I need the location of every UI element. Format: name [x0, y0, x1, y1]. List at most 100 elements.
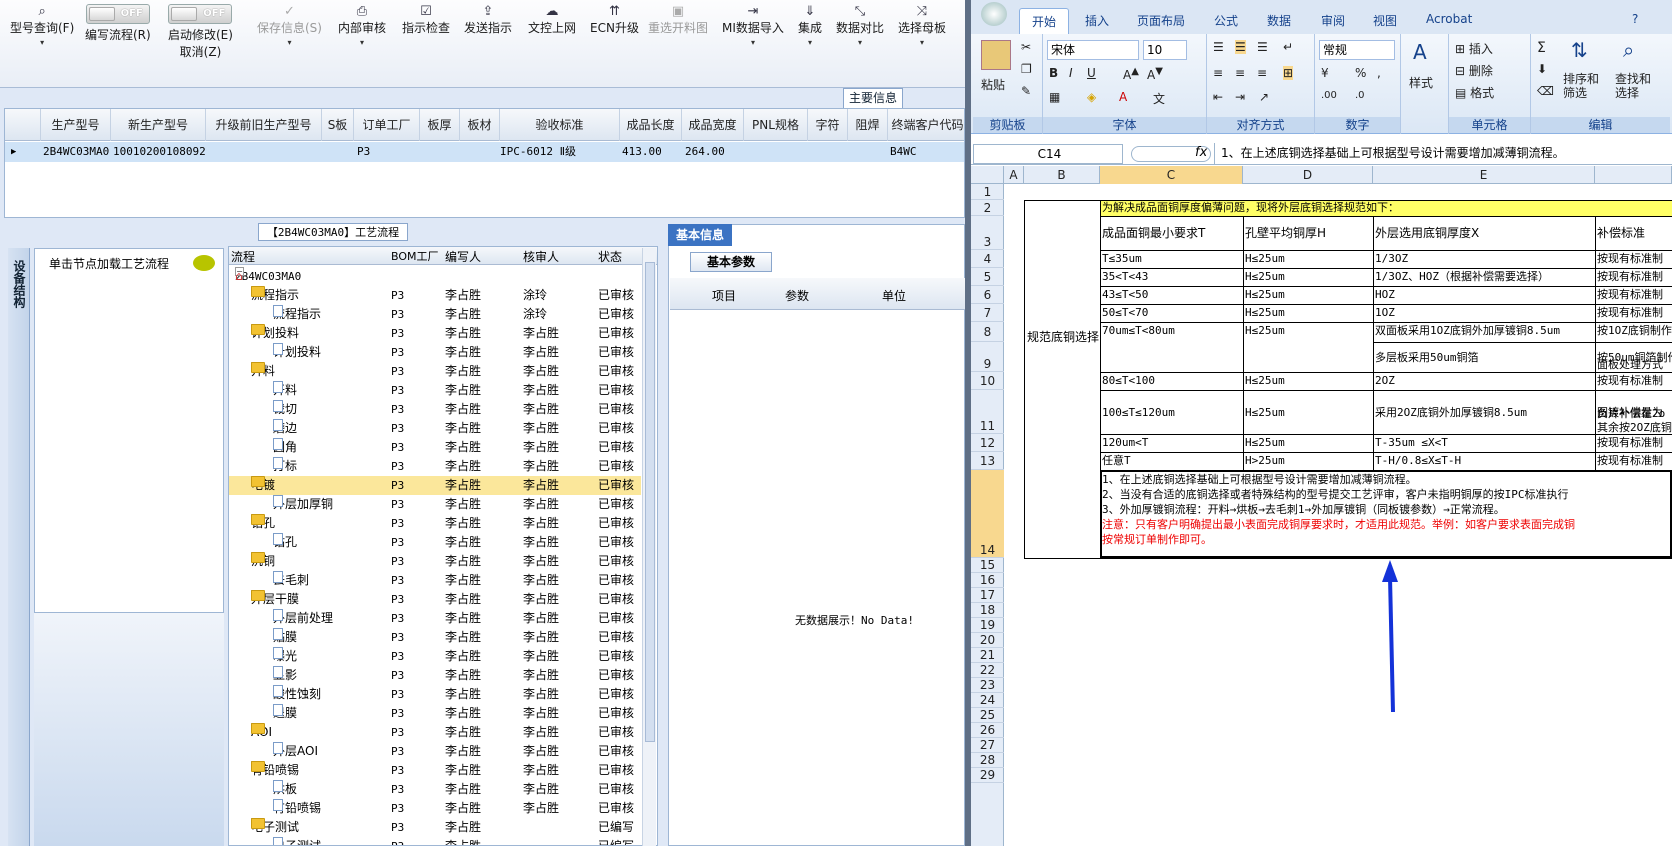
tree-leaf-node[interactable]: 计划投料 P3 李占胜 李占胜 已审核 — [229, 343, 641, 362]
decrease-indent-icon[interactable]: ⇤ — [1213, 90, 1223, 104]
toggle-switch[interactable]: OFF — [168, 4, 233, 24]
wrap-text-icon[interactable]: ↵ — [1283, 40, 1293, 54]
row-header[interactable]: 25 — [971, 708, 1004, 723]
cell[interactable]: 按现有标准制 — [1595, 373, 1672, 388]
cell[interactable]: 规范底铜选择 — [1024, 330, 1100, 364]
row-header[interactable]: 20 — [971, 633, 1004, 648]
cut-icon[interactable]: ✂ — [1021, 40, 1031, 54]
tree-scrollbar[interactable] — [642, 248, 656, 846]
tab-acrobat[interactable]: Acrobat — [1426, 12, 1472, 26]
row-header[interactable]: 2 — [971, 200, 1004, 216]
tree-leaf-node[interactable]: 外层前处理 P3 李占胜 李占胜 已审核 — [229, 609, 641, 628]
row-header[interactable]: 28 — [971, 753, 1004, 768]
grow-font-button[interactable]: A▲ — [1123, 66, 1139, 82]
align-bottom-icon[interactable]: ☰ — [1257, 40, 1268, 54]
toggle-switch[interactable]: OFF — [85, 4, 150, 24]
edit-flow-toggle[interactable]: OFF 编写流程(R) — [85, 4, 151, 44]
styles-icon[interactable]: A — [1413, 40, 1427, 64]
cell[interactable]: 面板处理方式 — [1595, 357, 1672, 372]
cell[interactable]: T-35um ≤X<T — [1373, 435, 1595, 450]
row-header[interactable]: 29 — [971, 768, 1004, 783]
cell[interactable]: 其余按2OZ底铜 — [1595, 420, 1672, 435]
row-header[interactable]: 21 — [971, 648, 1004, 663]
align-center-icon[interactable]: ≡ — [1235, 66, 1245, 80]
office-button-icon[interactable] — [981, 2, 1007, 26]
col-header[interactable]: 阻焊 — [848, 109, 888, 141]
row-header[interactable]: 24 — [971, 693, 1004, 708]
row-header[interactable]: 23 — [971, 678, 1004, 693]
save-info-button[interactable]: ✓ 保存信息(S) ▾ — [257, 4, 322, 49]
tree-leaf-node[interactable]: 有铅喷锡 P3 李占胜 李占胜 已审核 — [229, 799, 641, 818]
tree-leaf-node[interactable]: 曝光 P3 李占胜 李占胜 已审核 — [229, 647, 641, 666]
row-header[interactable]: 27 — [971, 738, 1004, 753]
cell[interactable]: H≤25um — [1243, 287, 1373, 302]
border-icon[interactable]: ▦ — [1049, 90, 1060, 104]
paste-button[interactable]: 粘贴 — [981, 76, 1005, 93]
selected-cell[interactable] — [1100, 470, 1672, 558]
tab-data[interactable]: 数据 — [1267, 12, 1291, 29]
tab-layout[interactable]: 页面布局 — [1137, 12, 1185, 29]
find-icon[interactable]: ⌕ — [1623, 38, 1634, 62]
cell[interactable]: T≤35um — [1100, 251, 1243, 266]
row-header[interactable]: 14 — [971, 470, 1004, 558]
comma-icon[interactable]: , — [1377, 66, 1381, 80]
cancel-label[interactable]: 取消(Z) — [168, 44, 233, 61]
basic-info-tab[interactable]: 基本信息 — [668, 224, 732, 246]
reselect-chart-button[interactable]: ▣ 重选开料图 — [648, 4, 708, 37]
help-icon[interactable]: ? — [1632, 12, 1638, 26]
autosum-icon[interactable]: Σ — [1537, 40, 1546, 56]
fill-color-icon[interactable]: ◈ — [1087, 90, 1096, 104]
increase-decimal-icon[interactable]: .00 — [1321, 90, 1337, 101]
tree-folder-node[interactable]: −流程指示P3李占胜涂玲已审核 — [229, 286, 641, 305]
orientation-icon[interactable]: ↗ — [1259, 90, 1269, 104]
cell[interactable]: HOZ — [1373, 287, 1595, 302]
tree-leaf-node[interactable]: 退膜 P3 李占胜 李占胜 已审核 — [229, 704, 641, 723]
col-header[interactable]: 成品长度 — [620, 109, 682, 141]
font-size-box[interactable]: 10 — [1143, 40, 1187, 60]
model-query-button[interactable]: ⌕ 型号查询(F) ▾ — [10, 4, 74, 49]
worksheet[interactable]: 为解决成品面铜厚度偏薄问题，现将外层底铜选择规范如下： 成品面铜最小要求T 孔壁平均… — [1004, 184, 1672, 846]
align-right-icon[interactable]: ≡ — [1257, 66, 1267, 80]
cell[interactable]: 35<T<43 — [1100, 269, 1243, 284]
row-header[interactable]: 12 — [971, 434, 1004, 452]
cell[interactable]: 按现有标准制 — [1595, 305, 1672, 320]
basic-params-tab[interactable]: 基本参数 — [690, 252, 772, 272]
cell[interactable]: 按现有标准制 — [1595, 453, 1672, 468]
tree-leaf-node[interactable]: 流程指示 P3 李占胜 涂玲 已审核 — [229, 305, 641, 324]
internal-review-button[interactable]: ⎙ 内部审核 ▾ — [338, 4, 386, 49]
col-header[interactable]: 生产型号 — [41, 109, 111, 141]
name-box[interactable]: C14 — [973, 144, 1123, 164]
cell[interactable]: 50≤T<70 — [1100, 305, 1243, 320]
cell[interactable]: 80≤T<100 — [1100, 373, 1243, 388]
sort-filter-button[interactable]: 排序和 筛选 — [1563, 72, 1599, 100]
tree-leaf-node[interactable]: 去毛刺 P3 李占胜 李占胜 已审核 — [229, 571, 641, 590]
col-header[interactable]: PNL规格 — [744, 109, 808, 141]
cell[interactable]: 120um<T — [1100, 435, 1243, 450]
align-left-icon[interactable]: ≡ — [1213, 66, 1223, 80]
align-middle-icon[interactable]: ☰ — [1235, 40, 1246, 54]
cell[interactable]: 按现有标准制 — [1595, 251, 1672, 266]
bold-button[interactable]: B — [1049, 66, 1058, 80]
row-header[interactable]: 7 — [971, 304, 1004, 322]
col-header[interactable]: 板厚 — [420, 109, 460, 141]
col-header[interactable]: 字符 — [808, 109, 848, 141]
row-header[interactable]: 1 — [971, 184, 1004, 200]
tree-leaf-node[interactable]: 打标 P3 李占胜 李占胜 已审核 — [229, 457, 641, 476]
paste-icon[interactable] — [981, 40, 1011, 70]
tree-leaf-node[interactable]: 开料 P3 李占胜 李占胜 已审核 — [229, 381, 641, 400]
cell[interactable]: 43≤T<50 — [1100, 287, 1243, 302]
tree-folder-node[interactable]: −外层干膜P3李占胜李占胜已审核 — [229, 590, 641, 609]
format-painter-icon[interactable]: ✎ — [1021, 84, 1031, 98]
cell[interactable]: 采用2OZ底铜外加厚镀铜8.5um — [1373, 405, 1595, 420]
tree-folder-node[interactable]: −电镀P3李占胜李占胜已审核 — [229, 476, 641, 495]
underline-button[interactable]: U — [1087, 66, 1096, 80]
row-header[interactable]: 19 — [971, 618, 1004, 633]
tree-leaf-node[interactable]: 磨边 P3 李占胜 李占胜 已审核 — [229, 419, 641, 438]
italic-button[interactable]: I — [1069, 66, 1073, 80]
row-header[interactable]: 4 — [971, 250, 1004, 268]
cell[interactable]: 成品面铜最小要求T — [1100, 226, 1243, 244]
phonetic-icon[interactable]: 文 — [1153, 90, 1165, 107]
decrease-decimal-icon[interactable]: .0 — [1355, 90, 1365, 101]
percent-icon[interactable]: % — [1355, 66, 1366, 80]
tree-folder-node[interactable]: −沉铜P3李占胜李占胜已审核 — [229, 552, 641, 571]
